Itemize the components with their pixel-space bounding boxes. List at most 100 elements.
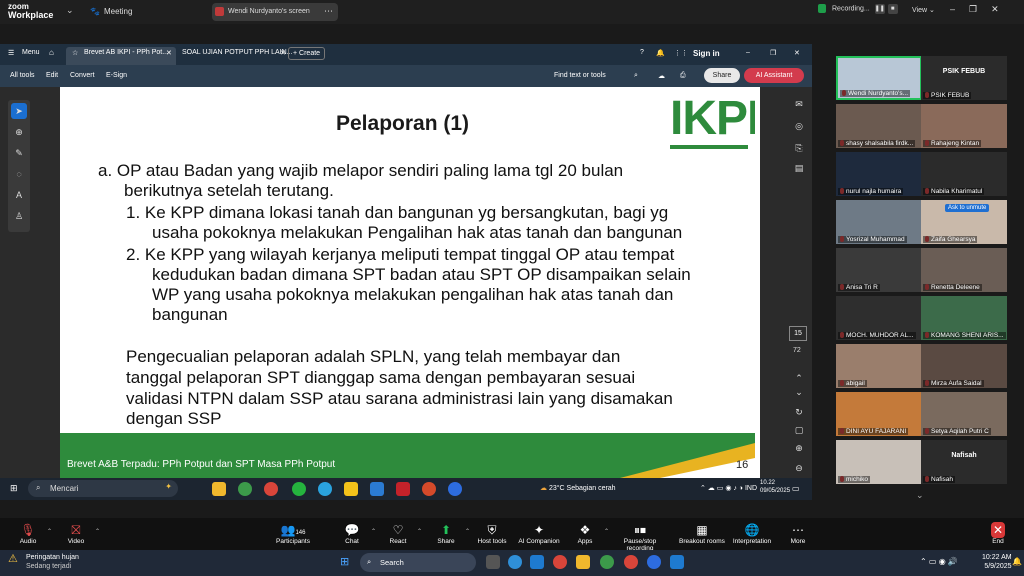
participant-tile[interactable]: abigail <box>836 344 922 388</box>
more-button[interactable]: ⋯ More <box>768 522 828 545</box>
zoom-app-icon[interactable] <box>647 555 661 569</box>
stop-icon[interactable]: ■ <box>887 4 898 15</box>
outlook-icon[interactable] <box>670 555 684 569</box>
shared-search-input[interactable]: ⌕ Mencari ✦ <box>28 480 178 497</box>
chevron-up-icon[interactable]: ⌃ <box>95 528 100 535</box>
participant-tile[interactable]: DINI AYU FAJARANI <box>836 392 922 436</box>
participant-tile[interactable]: shasy shalsabila firdk... <box>836 104 922 148</box>
help-icon[interactable]: ? <box>640 49 644 56</box>
page-number-input[interactable]: 15 <box>789 326 807 341</box>
tool-edit[interactable]: Edit <box>46 72 58 79</box>
chrome-icon[interactable] <box>600 555 614 569</box>
stamp-icon[interactable]: ♙ <box>11 208 27 224</box>
chrome-icon[interactable] <box>624 555 638 569</box>
edge-icon[interactable] <box>508 555 522 569</box>
weather[interactable]: ☁ 23°C Sebagian cerah <box>540 484 616 492</box>
video-button[interactable]: ⛝ Video ⌃ <box>46 522 106 545</box>
windows-icon[interactable]: ⊞ <box>10 483 18 494</box>
tool-convert[interactable]: Convert <box>70 72 95 79</box>
chevron-down-icon[interactable]: ⌄ <box>66 5 74 16</box>
participant-tile[interactable]: nurul najla humaira <box>836 152 922 196</box>
participant-tile[interactable]: KOMANG SHENI ARIS... <box>921 296 1007 340</box>
tool-esign[interactable]: E-Sign <box>106 72 127 79</box>
attach-icon[interactable]: ⎘ <box>791 141 807 155</box>
chevron-up-icon[interactable]: ⌃ <box>604 528 609 535</box>
chrome-icon[interactable] <box>264 482 278 496</box>
bell-icon[interactable]: 🔔 <box>656 49 665 57</box>
zoom-app-icon[interactable] <box>448 482 462 496</box>
close-icon[interactable]: ✕ <box>280 49 286 57</box>
view-button[interactable]: View ⌄ <box>912 6 935 14</box>
zoom-icon[interactable]: ⊕ <box>11 124 27 140</box>
meeting-menu[interactable]: 🐾 Meeting <box>90 7 132 16</box>
pause-recording-button[interactable]: ⏸⏹ Pause/stop recording <box>610 522 670 552</box>
participant-tile[interactable]: Nafisah Nafisah <box>921 440 1007 484</box>
zoom-in-icon[interactable]: ⊕ <box>791 441 807 455</box>
app-icon[interactable] <box>344 482 358 496</box>
participant-tile[interactable]: Nabila Kharimatul <box>921 152 1007 196</box>
search-icon[interactable]: ⌕ <box>634 72 638 80</box>
folder-icon[interactable] <box>576 555 590 569</box>
participant-tile[interactable]: Renetta Deleene <box>921 248 1007 292</box>
refresh-icon[interactable]: ↻ <box>791 405 807 419</box>
copy-icon[interactable]: ▢ <box>791 423 807 437</box>
sign-in-button[interactable]: Sign in <box>693 49 720 58</box>
cloud-icon[interactable]: ☁ <box>658 72 665 80</box>
share-banner[interactable]: Wendi Nurdyanto's screen ⋯ <box>212 3 338 21</box>
ai-assistant-button[interactable]: AI Assistant <box>744 68 804 83</box>
notification-icon[interactable]: 🔔 <box>1012 557 1022 566</box>
print-icon[interactable]: ⎙ <box>680 72 686 80</box>
share-button[interactable]: Share <box>704 68 740 83</box>
participant-tile[interactable]: Anisa Tri R <box>836 248 922 292</box>
apps-button[interactable]: ❖ Apps ⌃ <box>555 522 615 545</box>
participant-tile[interactable]: Wendi Nurdyanto's... <box>836 56 922 100</box>
participant-tile[interactable]: Ask to unmute Zaifa Ghearsya <box>921 200 1007 244</box>
find-tools-input[interactable]: Find text or tools <box>554 72 606 79</box>
app-icon[interactable] <box>370 482 384 496</box>
pages-icon[interactable]: ▤ <box>791 161 807 175</box>
comment-icon[interactable]: ✉ <box>791 97 807 111</box>
close-icon[interactable]: ✕ <box>794 49 800 57</box>
zoom-out-icon[interactable]: ⊖ <box>791 461 807 475</box>
apps-icon[interactable]: ⋮⋮ <box>674 49 688 57</box>
minimize-icon[interactable]: – <box>950 4 969 14</box>
host-search-input[interactable]: ⌕ Search <box>360 553 476 572</box>
end-button[interactable]: ✕ End <box>968 522 1024 545</box>
more-icon[interactable]: ⋯ <box>324 6 333 17</box>
participant-tile[interactable]: michiko <box>836 440 922 484</box>
windows-icon[interactable]: ⊞ <box>340 555 349 568</box>
page-down-icon[interactable]: ⌄ <box>791 385 807 399</box>
pause-icon[interactable]: ❚❚ <box>874 4 885 15</box>
pen-icon[interactable]: ✎ <box>11 145 27 161</box>
home-icon[interactable]: ⌂ <box>49 48 54 57</box>
acrobat-icon[interactable] <box>396 482 410 496</box>
participant-tile[interactable]: Yosrizal Muhammad <box>836 200 922 244</box>
restore-icon[interactable]: ❐ <box>770 49 776 57</box>
chrome-icon[interactable] <box>553 555 567 569</box>
tool-all-tools[interactable]: All tools <box>10 72 35 79</box>
star-icon[interactable]: ☆ <box>72 49 78 57</box>
tab-soal-label[interactable]: SOAL UJIAN POTPUT PPH LAIN... <box>182 49 292 56</box>
cursor-icon[interactable]: ➤ <box>11 103 27 119</box>
whatsapp-icon[interactable] <box>292 482 306 496</box>
text-icon[interactable]: A <box>11 187 27 203</box>
window-controls[interactable]: –❐✕ <box>950 4 1013 15</box>
close-icon[interactable]: ✕ <box>166 49 172 57</box>
tab-brevet-label[interactable]: Brevet AB IKPI - PPh Pot... <box>84 49 168 56</box>
host-tray-icons[interactable]: ⌃ ▭ ◉ 🔊 <box>920 557 958 566</box>
restore-icon[interactable]: ❐ <box>969 4 991 14</box>
menu-icon[interactable]: ☰ <box>8 49 14 57</box>
participant-tile[interactable]: Rahajeng Kintan <box>921 104 1007 148</box>
close-icon[interactable]: ✕ <box>991 4 1013 14</box>
vscode-icon[interactable] <box>530 555 544 569</box>
participant-tile[interactable]: Setya Aqilah Putri C <box>921 392 1007 436</box>
chevron-down-icon[interactable]: ⌄ <box>916 490 924 501</box>
system-tray[interactable]: ⌃ ☁ ▭ ◉ ♪ ◑ IND <box>700 484 757 492</box>
participants-button[interactable]: 👥146 Participants <box>263 522 323 545</box>
powerpoint-icon[interactable] <box>422 482 436 496</box>
task-view-icon[interactable] <box>486 555 500 569</box>
chrome-icon[interactable] <box>238 482 252 496</box>
participant-tile[interactable]: PSIK FEBUB PSIK FEBUB <box>921 56 1007 100</box>
bookmark-icon[interactable]: ◎ <box>791 119 807 133</box>
notification-icon[interactable]: ▭ <box>792 484 800 493</box>
